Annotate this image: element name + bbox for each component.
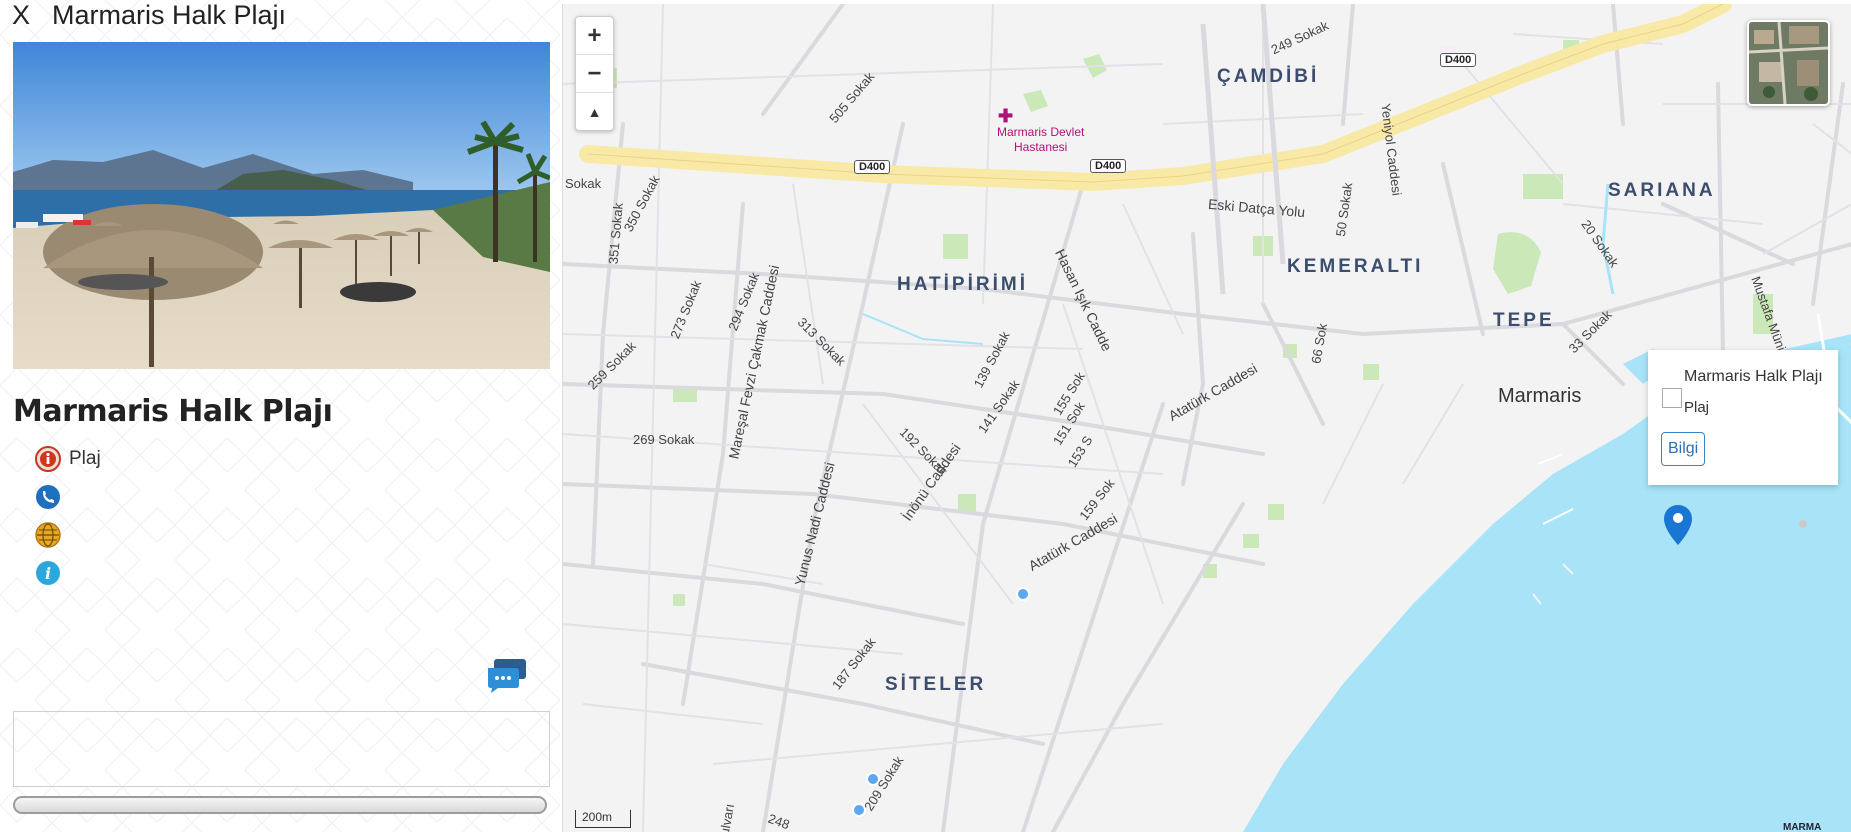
zoom-in-button[interactable]: + — [576, 17, 613, 55]
horizontal-scrollbar[interactable] — [13, 796, 547, 814]
route-shield: D400 — [1440, 53, 1477, 67]
district-label: SİTELER — [885, 674, 987, 695]
category-label: Plaj — [69, 448, 101, 469]
place-popup: Marmaris Halk Plajı Plaj Bilgi — [1648, 350, 1838, 485]
chat-icon[interactable] — [486, 658, 528, 694]
category-row: Plaj — [35, 446, 101, 472]
info-circle-icon — [35, 446, 61, 472]
map-pin-icon[interactable] — [1663, 504, 1693, 546]
popup-checkbox[interactable] — [1662, 388, 1682, 408]
close-button[interactable]: X — [12, 0, 30, 31]
phone-icon[interactable] — [35, 484, 61, 510]
district-label: SARIANA — [1608, 180, 1716, 201]
popup-title: Marmaris Halk Plajı — [1684, 368, 1823, 385]
road-label: 269 Sokak — [633, 432, 695, 447]
district-label: KEMERALTI — [1287, 256, 1424, 277]
map-scale: 200m — [575, 810, 631, 828]
district-label: TEPE — [1493, 310, 1555, 331]
compass-button[interactable]: ▲ — [576, 93, 613, 130]
map-view[interactable]: ÇAMDİBİ HATİPİRİMİ KEMERALTI SARIANA TEP… — [562, 4, 1851, 832]
place-title: Marmaris Halk Plajı — [13, 394, 333, 429]
website-row — [35, 522, 69, 548]
info-icon[interactable]: i — [35, 560, 61, 586]
attribution-logo: MARMA — [1783, 822, 1822, 832]
info-sidebar: X Marmaris Halk Plajı Marmaris Halk Plaj… — [0, 0, 560, 832]
zoom-out-button[interactable]: − — [576, 55, 613, 93]
district-label: ÇAMDİBİ — [1217, 66, 1320, 87]
sidebar-header-title: Marmaris Halk Plajı — [52, 0, 287, 30]
district-label: HATİPİRİMİ — [897, 274, 1028, 295]
comment-box[interactable] — [13, 711, 550, 787]
road-label: Sokak — [565, 176, 602, 191]
route-shield: D400 — [854, 160, 891, 174]
zoom-control: + − ▲ — [575, 16, 614, 131]
place-photo — [13, 42, 550, 369]
popup-category: Plaj — [1684, 399, 1710, 416]
sidebar-header: X Marmaris Halk Plajı — [12, 0, 286, 30]
globe-icon[interactable] — [35, 522, 61, 548]
svg-text:i: i — [45, 564, 51, 583]
phone-row — [35, 484, 69, 510]
route-shield: D400 — [1090, 159, 1127, 173]
info-button[interactable]: Bilgi — [1661, 432, 1706, 466]
poi-label: Marmaris Devlet Hastanesi — [997, 125, 1085, 154]
satellite-layer-toggle[interactable] — [1747, 20, 1830, 106]
town-label: Marmaris — [1498, 385, 1582, 407]
details-row: i — [35, 560, 69, 586]
hospital-icon: ✚ — [998, 106, 1014, 126]
